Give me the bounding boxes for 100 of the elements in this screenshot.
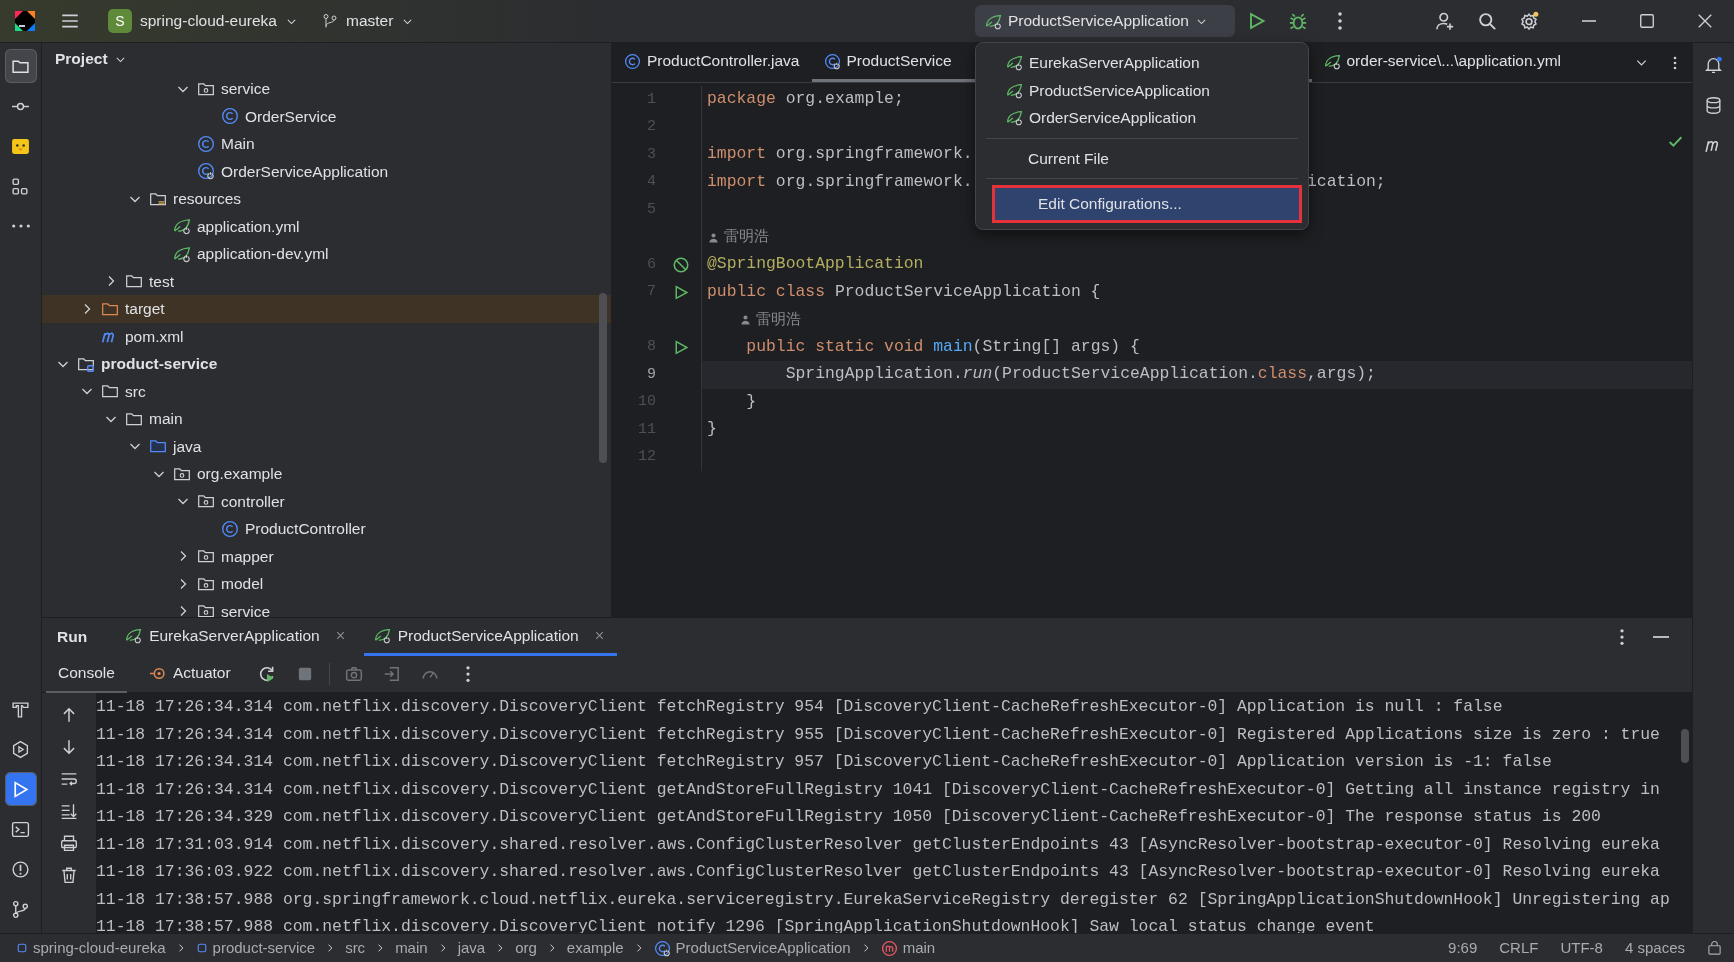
breadcrumb[interactable]: main — [880, 936, 936, 960]
app-logo-icon — [13, 9, 37, 33]
breadcrumb[interactable]: main — [395, 936, 428, 960]
kebab-icon — [1620, 629, 1624, 645]
tree-item[interactable]: ProductController — [42, 515, 611, 543]
bean-gutter-icon — [671, 255, 690, 274]
leaf-icon — [125, 627, 143, 644]
run-tab[interactable]: ProductServiceApplication — [363, 618, 617, 656]
project-tool-button[interactable] — [4, 49, 37, 83]
minimize-icon — [1582, 20, 1596, 22]
tree-item[interactable]: mapper — [42, 542, 611, 570]
menu-item[interactable]: ProductServiceApplication — [982, 76, 1302, 104]
breadcrumb[interactable]: ProductServiceApplication — [653, 936, 851, 960]
trash-icon — [60, 866, 78, 884]
tree-item[interactable]: model — [42, 570, 611, 598]
project-badge: S — [108, 9, 132, 33]
console-tab[interactable]: Actuator — [136, 655, 243, 693]
code-line: package org.example; — [707, 88, 904, 111]
bug-icon — [1288, 11, 1308, 31]
caret-position[interactable]: 9:69 — [1448, 936, 1478, 960]
scrollbar-thumb[interactable] — [599, 293, 607, 463]
run-configuration-selector[interactable]: ProductServiceApplication — [975, 5, 1235, 37]
tree-item[interactable]: Main — [42, 130, 611, 158]
camera-icon — [344, 665, 363, 683]
tree-item[interactable]: target — [42, 295, 611, 323]
scroll-to-end-icon — [60, 802, 78, 820]
maximize-icon — [1637, 11, 1657, 31]
console-line: 11-18 17:26:34.314 com.netflix.discovery.DiscoveryClient fetchRegistry 957 [DiscoveryClient-CacheRefreshExecutor-0] Application version is -1: false — [96, 751, 1553, 773]
breadcrumb[interactable]: spring-cloud-eureka — [16, 936, 166, 960]
console-line: 11-18 17:26:34.314 com.netflix.discovery.DiscoveryClient getAndStoreFullRegistry 1041 [DiscoveryClient-CacheRefreshExecutor-0] Getting all instance registry in — [96, 778, 1661, 801]
menu-item[interactable]: OrderServiceApplication — [982, 104, 1302, 132]
indent-setting[interactable]: 4 spaces — [1624, 936, 1685, 960]
kebab-icon — [465, 666, 470, 682]
console-line: 11-18 17:26:34.314 com.netflix.discovery.DiscoveryClient fetchRegistry 955 [DiscoveryClient-CacheRefreshExecutor-0] Registered Applications size is zero : true — [96, 723, 1661, 746]
tree-item[interactable]: java — [42, 432, 611, 460]
menu-item[interactable]: Edit Configurations... — [992, 185, 1302, 223]
tree-item[interactable]: service — [42, 597, 611, 617]
tree-item[interactable]: OrderServiceApplication — [42, 157, 611, 185]
leaf-icon — [1323, 52, 1341, 70]
breadcrumb[interactable]: example — [566, 936, 624, 960]
warning-icon — [11, 859, 30, 879]
class-icon — [197, 162, 215, 181]
scrollbar-thumb[interactable] — [1681, 729, 1689, 763]
file-encoding[interactable]: UTF-8 — [1560, 936, 1603, 960]
more-icon — [11, 224, 30, 228]
person-icon — [707, 230, 720, 244]
run-tab[interactable]: EurekaServerApplication — [115, 618, 358, 656]
panel-title[interactable]: Project — [55, 47, 108, 71]
author-hint: 雷明浩 — [724, 227, 769, 247]
code-line: } — [745, 390, 757, 413]
line-separator[interactable]: CRLF — [1499, 936, 1539, 960]
tree-item[interactable]: product-service — [42, 350, 611, 378]
tree-item[interactable]: main — [42, 405, 611, 433]
tree-item[interactable]: OrderService — [42, 102, 611, 130]
tree-item[interactable]: application.yml — [42, 212, 611, 240]
wrap-icon — [60, 770, 78, 788]
breadcrumb[interactable]: java — [457, 936, 486, 960]
tree-item[interactable]: resources — [42, 185, 611, 213]
editor-tab[interactable]: ProductController.java — [612, 43, 812, 82]
code-line: SpringApplication.run(ProductServiceApplication.class,args); — [784, 363, 1376, 386]
menu-item[interactable]: EurekaServerApplication — [982, 49, 1302, 77]
tree-item[interactable]: service — [42, 75, 611, 103]
console-line: 11-18 17:36:03.922 com.netflix.discovery.shared.resolver.aws.ConfigClusterResolver getClusterEndpoints 43 [AsyncResolver-bootstrap-executor-0] Resolving eureka — [96, 861, 1661, 883]
breadcrumb[interactable]: product-service — [195, 936, 316, 960]
console-line: 11-18 17:31:03.914 com.netflix.discovery.shared.resolver.aws.ConfigClusterResolver getClusterEndpoints 43 [AsyncResolver-bootstrap-executor-0] Resolving eureka — [96, 833, 1661, 856]
search-icon — [1477, 11, 1497, 31]
tree-item[interactable]: pom.xml — [42, 322, 611, 350]
tree-item[interactable]: org.example — [42, 460, 611, 488]
class-icon — [221, 107, 239, 126]
tree-item[interactable]: src — [42, 377, 611, 405]
branch-icon — [11, 899, 30, 919]
leaf-icon — [1006, 81, 1023, 99]
leaf-icon — [173, 244, 191, 263]
code-line: public class ProductServiceApplication { — [707, 280, 1101, 303]
code-line: import org.springframework. — [707, 143, 973, 166]
leaf-icon — [1006, 109, 1023, 127]
bell-icon — [1704, 55, 1723, 75]
tree-item[interactable]: application-dev.yml — [42, 240, 611, 268]
import-icon — [382, 665, 401, 683]
editor-tab[interactable]: order-service\...\application.yml — [1311, 43, 1573, 82]
code-line: public static void main(String[] args) { — [745, 335, 1140, 358]
branch-switcher[interactable]: master — [314, 5, 423, 37]
tree-item[interactable]: controller — [42, 487, 611, 515]
console-line: 11-18 17:26:34.329 com.netflix.discovery.DiscoveryClient getAndStoreFullRegistry 1050 [DiscoveryClient-CacheRefreshExecutor-0] The response status is 200 — [96, 806, 1602, 828]
author-hint: 雷明浩 — [756, 309, 802, 329]
hammer-icon — [11, 699, 30, 719]
tree-item[interactable]: test — [42, 267, 611, 295]
breadcrumb[interactable]: src — [345, 936, 366, 960]
class-icon — [823, 52, 841, 70]
minimize-icon — [1653, 636, 1669, 638]
duck-icon — [11, 136, 30, 156]
menu-item[interactable]: Current File — [982, 144, 1302, 172]
breadcrumb[interactable]: org — [515, 936, 537, 960]
gear-icon — [1519, 11, 1539, 31]
leaf-icon — [1006, 54, 1023, 72]
leaf-icon — [373, 627, 391, 644]
printer-icon — [60, 834, 78, 852]
project-switcher[interactable]: S spring-cloud-eureka — [100, 5, 306, 37]
run-tool-button[interactable] — [4, 772, 37, 806]
class-icon — [197, 134, 215, 153]
